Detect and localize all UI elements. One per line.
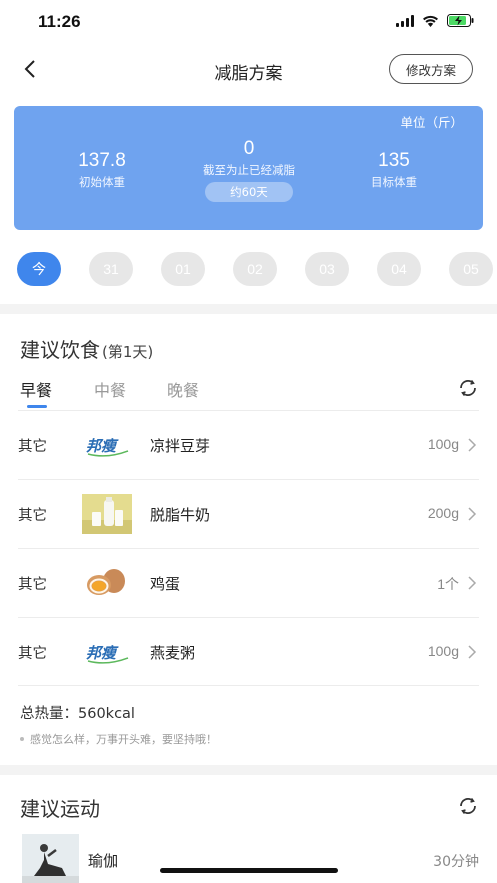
refresh-diet-icon[interactable] [457,377,479,399]
chevron-right-icon [468,645,477,659]
brand-logo-thumbnail: 邦瘦 [82,425,132,465]
food-name: 脱脂牛奶 [150,506,211,524]
food-name: 鸡蛋 [150,575,181,593]
initial-weight-label: 初始体重 [79,175,125,189]
unit-label: 单位（斤） [400,115,463,130]
target-weight-label: 目标体重 [371,175,417,189]
initial-weight-stat: 137.8 初始体重 [62,150,142,190]
weight-summary-card: 单位（斤） 137.8 初始体重 0 截至为止已经减脂 约60天 135 目标体… [14,106,483,230]
section-divider [0,304,497,314]
diet-subtitle: (第1天) [102,343,154,361]
tab-lunch[interactable]: 中餐 [94,377,126,401]
yoga-image [22,834,79,883]
total-calories: 总热量：560kcal [20,706,135,722]
food-item-row[interactable]: 其它 邦瘦 燕麦粥 100g [18,617,479,686]
day-item[interactable]: 04 [377,252,421,286]
food-amount: 100g [427,643,459,659]
chevron-right-icon [468,507,477,521]
svg-text:邦瘦: 邦瘦 [86,437,119,455]
brand-logo-thumbnail: 邦瘦 [82,632,132,672]
day-item[interactable]: 02 [233,252,277,286]
chevron-right-icon [468,576,477,590]
modify-plan-button[interactable]: 修改方案 [389,54,473,84]
food-name: 凉拌豆芽 [150,437,211,455]
tab-dinner[interactable]: 晚餐 [167,377,199,401]
diet-section-title: 建议饮食 (第1天) [20,334,153,363]
eggs-image [82,563,132,603]
tab-breakfast[interactable]: 早餐 [20,377,52,401]
lost-weight-stat: 0 截至为止已经减脂 [184,138,314,178]
status-icons [396,14,475,27]
section-divider [0,765,497,775]
signal-icon [396,14,414,27]
svg-text:邦瘦: 邦瘦 [86,644,119,662]
diet-title: 建议饮食 [20,338,100,362]
chevron-right-icon [468,438,477,452]
chevron-left-icon [24,60,35,78]
home-indicator[interactable] [160,868,338,873]
days-estimate-badge: 约60天 [205,182,293,202]
battery-charging-icon [447,14,475,27]
food-category: 其它 [18,508,47,524]
day-item[interactable]: 03 [305,252,349,286]
day-item-today[interactable]: 今 [17,252,61,286]
lost-weight-value: 0 [243,138,255,159]
refresh-exercise-icon[interactable] [457,795,479,817]
food-category: 其它 [18,646,47,662]
status-time: 11:26 [38,12,81,31]
lost-weight-label: 截至为止已经减脂 [203,163,295,177]
exercise-name: 瑜伽 [88,852,119,870]
bullet-dot [20,737,24,741]
encouragement-tip: 感觉怎么样，万事开头难，要坚持哦！ [20,731,217,747]
milk-image [82,494,132,534]
food-amount: 100g [427,436,459,452]
exercise-item-row[interactable]: 瑜伽 30分钟 [22,834,481,883]
day-selector: 今 31 01 02 03 04 05 [0,250,497,290]
tip-text: 感觉怎么样，万事开头难，要坚持哦！ [30,733,217,746]
back-button[interactable] [18,56,44,82]
active-tab-indicator [27,405,47,408]
food-name: 燕麦粥 [150,644,196,662]
exercise-duration: 30分钟 [433,854,479,870]
status-bar: 11:26 [0,0,497,46]
target-weight-value: 135 [378,150,410,171]
meal-tabs: 早餐 中餐 晚餐 [0,374,497,410]
food-category: 其它 [18,439,47,455]
nav-bar: 减脂方案 修改方案 [0,46,497,94]
day-item[interactable]: 01 [161,252,205,286]
food-item-row[interactable]: 其它 邦瘦 凉拌豆芽 100g [18,410,479,479]
food-amount: 200g [427,505,459,521]
food-amount: 1个 [437,576,459,592]
food-item-row[interactable]: 其它 脱脂牛奶 200g [18,479,479,548]
initial-weight-value: 137.8 [78,150,126,171]
food-category: 其它 [18,577,47,593]
exercise-section-title: 建议运动 [20,797,100,821]
day-item[interactable]: 31 [89,252,133,286]
day-item[interactable]: 05 [449,252,493,286]
food-item-row[interactable]: 其它 鸡蛋 1个 [18,548,479,617]
target-weight-stat: 135 目标体重 [354,150,434,190]
wifi-icon [422,15,439,27]
